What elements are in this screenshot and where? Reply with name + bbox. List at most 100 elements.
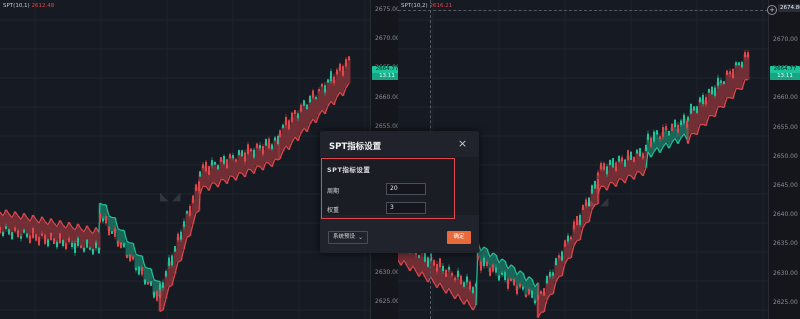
candle-body <box>205 161 207 172</box>
right-watermark: ◣ ◢ <box>588 195 609 208</box>
candle-body <box>244 152 246 162</box>
supertrend-line <box>567 257 572 260</box>
candle-body <box>665 126 667 130</box>
candle-body <box>211 160 213 166</box>
supertrend-band-segment <box>539 292 543 313</box>
candle-body <box>690 104 692 114</box>
candle-body <box>53 238 55 245</box>
candle-body <box>265 138 267 146</box>
candle-body <box>567 235 569 242</box>
candle-body <box>318 89 320 92</box>
candle-body <box>168 257 170 266</box>
left-axis-tick-label: 2630.00 <box>375 268 400 276</box>
candle-body <box>597 172 599 176</box>
candle-body <box>528 289 530 295</box>
candle-body <box>546 276 548 284</box>
right-axis-tick-label: 2625.00 <box>773 298 798 306</box>
weight-input[interactable]: 3 <box>386 202 426 214</box>
supertrend-line <box>247 168 252 171</box>
candle-body <box>492 264 494 272</box>
candle-body <box>41 233 43 237</box>
dialog-body: SPT指标设置 周期 20 权重 3 <box>320 157 479 219</box>
candle-body <box>555 258 557 266</box>
candle-body <box>330 71 332 82</box>
crosshair-horizontal-line <box>398 10 768 11</box>
candle-body <box>279 130 281 138</box>
candle-body <box>460 275 462 285</box>
candle-body <box>618 156 620 162</box>
candle-body <box>594 180 596 189</box>
candle-body <box>217 165 219 170</box>
supertrend-band-segment <box>581 207 585 228</box>
left-chart-panel[interactable]: SPT(10,1) 2612.48 ◣ ◢ <box>0 0 370 319</box>
candle-body <box>0 227 1 233</box>
candle-body <box>80 245 82 248</box>
candle-body <box>195 184 197 191</box>
candle-body <box>513 278 515 286</box>
candle-body <box>633 156 635 163</box>
supertrend-band-segment <box>79 228 83 247</box>
candle-body <box>495 267 497 273</box>
right-axis-tick-label: 2670.00 <box>773 36 798 43</box>
dialog-title: SPT指标设置 <box>329 142 382 152</box>
candle-body <box>732 68 734 79</box>
candle-body <box>466 276 468 283</box>
candle-body <box>516 285 518 295</box>
supertrend-band-segment <box>635 151 639 172</box>
candle-body <box>702 94 704 105</box>
supertrend-band-segment <box>293 112 297 138</box>
supertrend-band-segment <box>725 72 729 98</box>
candle-body <box>564 240 566 247</box>
candle-body <box>680 120 682 126</box>
field-label-period: 周期 <box>327 188 340 195</box>
candle-body <box>315 96 317 99</box>
candle-body <box>23 229 25 233</box>
candle-body <box>309 95 311 103</box>
candle-body <box>705 96 707 105</box>
period-input[interactable]: 20 <box>386 183 426 195</box>
candle-body <box>92 248 94 255</box>
plus-circle-icon[interactable]: + <box>767 5 777 15</box>
confirm-button[interactable]: 确定 <box>447 231 471 244</box>
preset-select[interactable]: 系统预设 ⌄ <box>328 231 368 244</box>
candle-body <box>747 52 749 58</box>
right-axis-tick-label: 2635.00 <box>773 240 798 248</box>
candle-body <box>627 150 629 161</box>
candle-body <box>442 265 444 272</box>
supertrend-line <box>576 239 581 242</box>
candle-body <box>259 145 261 149</box>
supertrend-band-segment <box>249 149 253 170</box>
candle-body <box>653 131 655 142</box>
candle-body <box>480 261 482 271</box>
candle-body <box>561 251 563 261</box>
candle-body <box>77 237 79 246</box>
supertrend-band-segment <box>317 90 321 116</box>
candle-body <box>662 127 664 137</box>
supertrend-band-segment <box>692 108 696 134</box>
candle-body <box>540 290 542 294</box>
candle-body <box>537 295 539 301</box>
candle-body <box>138 266 140 275</box>
right-price-axis[interactable]: 2670.002665.002660.002655.002650.002645.… <box>767 0 800 319</box>
supertrend-line <box>585 221 590 224</box>
candle-body <box>8 229 10 235</box>
close-icon[interactable]: × <box>457 138 468 150</box>
candle-body <box>454 277 456 281</box>
supertrend-band-segment <box>326 80 330 106</box>
candle-body <box>327 79 329 83</box>
candle-body <box>117 240 119 247</box>
left-axis-tick-label: 2675.00 <box>375 6 400 13</box>
candle-body <box>671 123 673 131</box>
candle-body <box>114 228 116 237</box>
candle-body <box>38 237 40 246</box>
candle-body <box>507 279 509 289</box>
candle-body <box>483 257 485 267</box>
candle-body <box>321 83 323 87</box>
candle-body <box>714 87 716 96</box>
supertrend-band-segment <box>88 230 92 249</box>
left-chart-canvas[interactable] <box>0 0 370 319</box>
candle-body <box>436 263 438 272</box>
candle-body <box>291 112 293 122</box>
candle-body <box>448 266 450 270</box>
candle-body <box>457 270 459 278</box>
